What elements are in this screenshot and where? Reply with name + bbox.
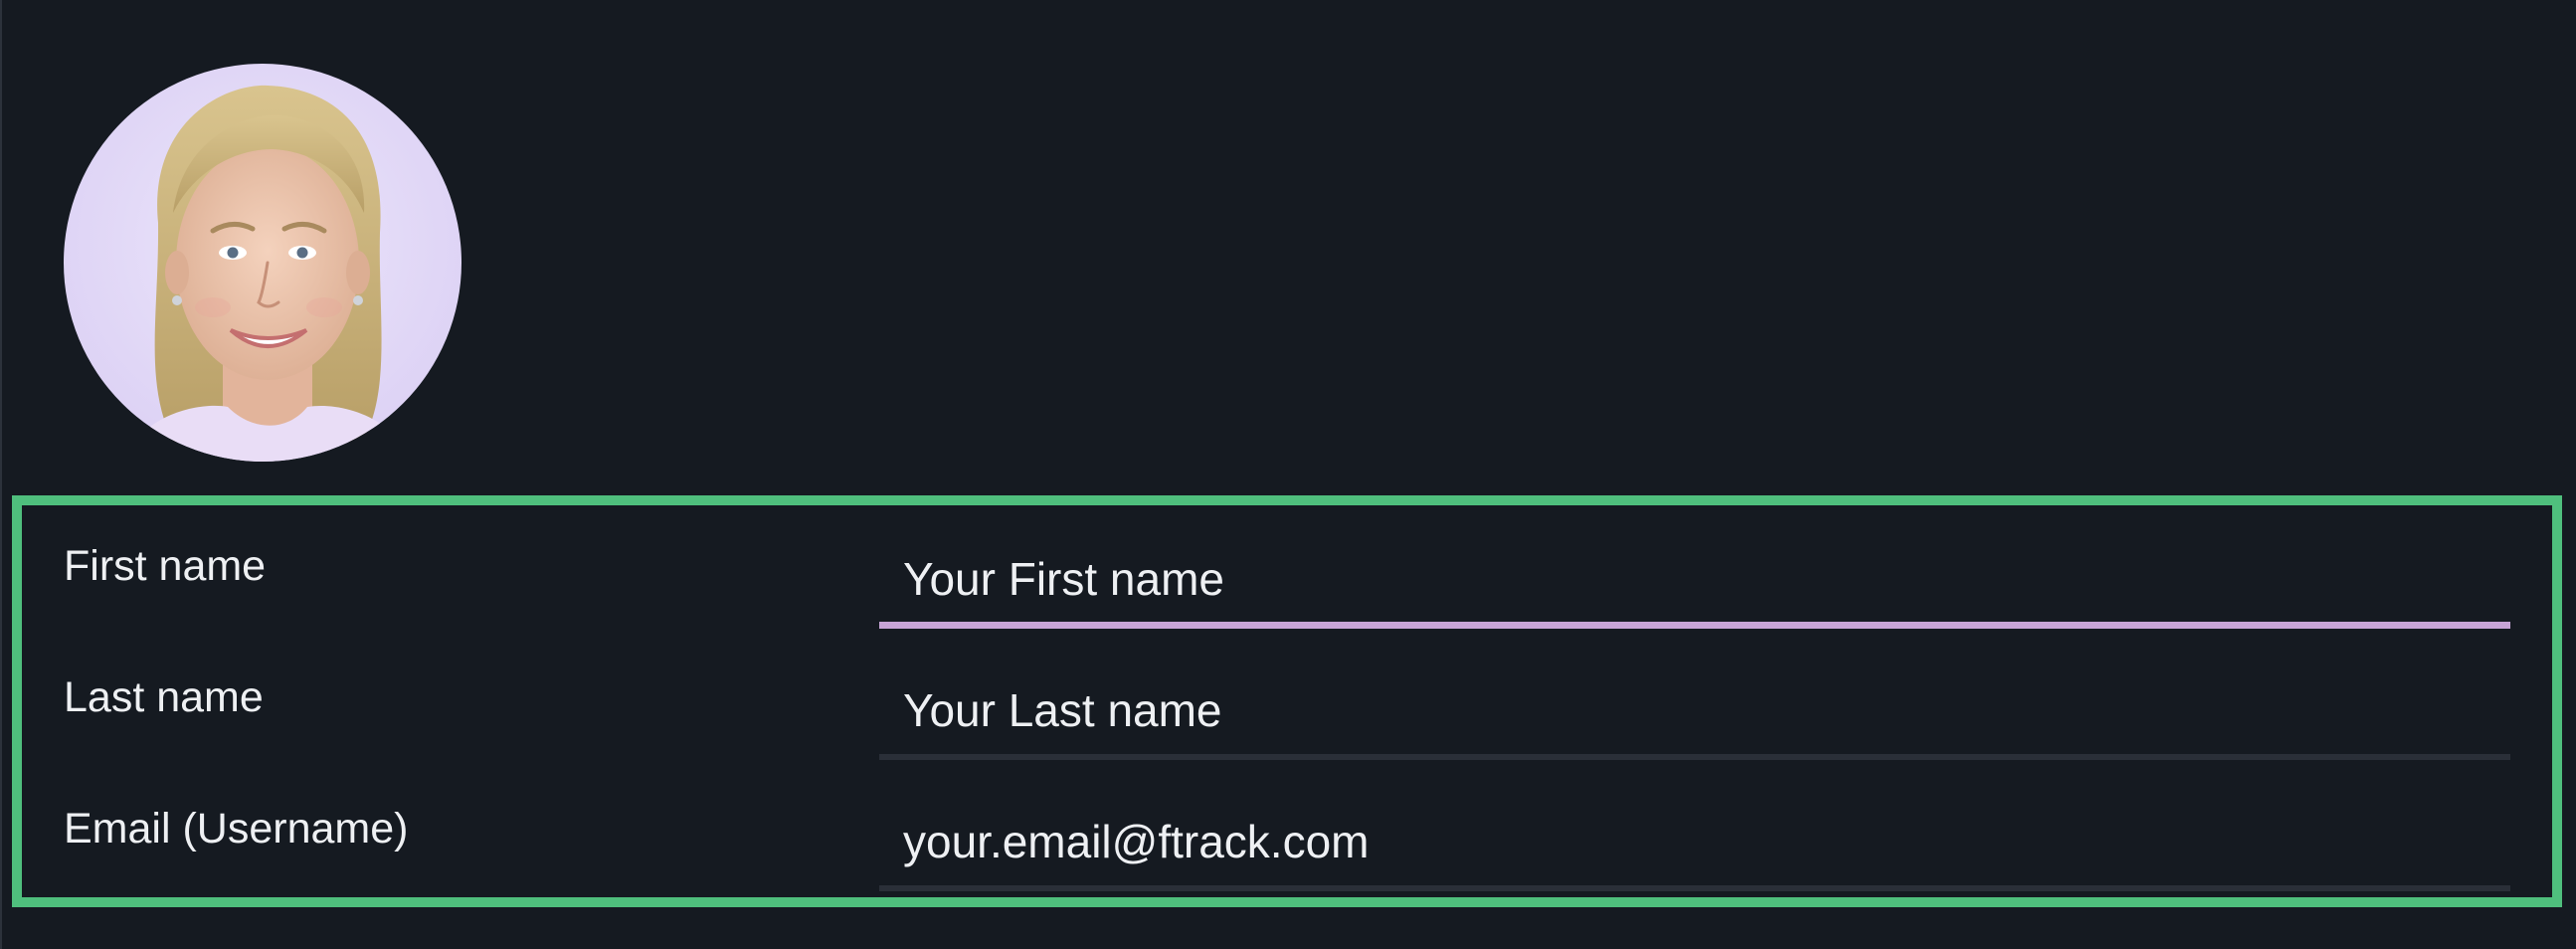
user-photo-icon	[64, 64, 461, 462]
email-label: Email (Username)	[64, 805, 409, 853]
last-name-label: Last name	[64, 673, 264, 721]
first-name-label: First name	[64, 542, 267, 590]
last-name-input[interactable]	[879, 666, 2510, 760]
email-input[interactable]	[879, 798, 2510, 891]
first-name-input[interactable]	[879, 535, 2510, 629]
profile-panel: First name Last name Email (Username)	[0, 0, 2576, 949]
avatar[interactable]	[64, 64, 461, 462]
